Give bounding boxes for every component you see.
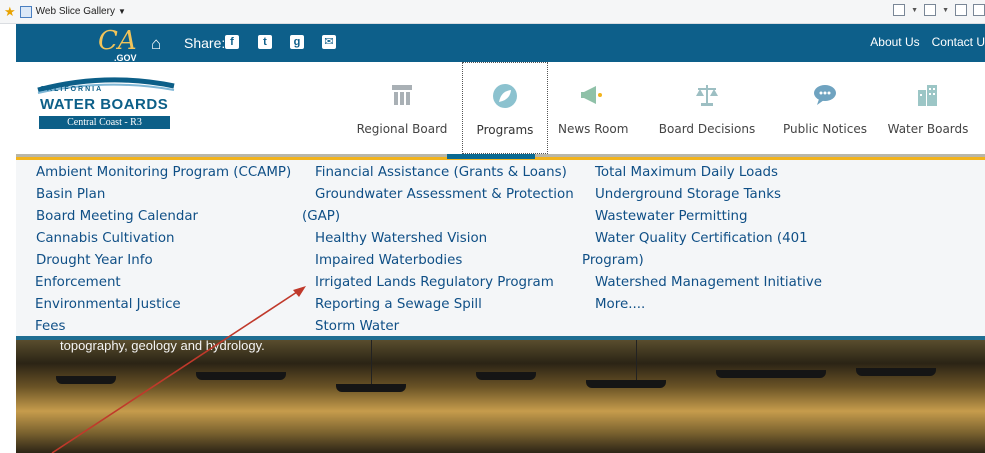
chevron-down-icon[interactable]: ▼ (911, 7, 918, 14)
menu-item-tmdl[interactable]: Total Maximum Daily Loads (582, 162, 822, 184)
menu-item-underground-storage-tanks[interactable]: Underground Storage Tanks (582, 184, 822, 206)
menu-item-fees[interactable]: Fees (20, 316, 291, 338)
site-header: CALIFORNIA WATER BOARDS Central Coast - … (16, 62, 985, 154)
menu-item-environmental-justice[interactable]: Environmental Justice (20, 294, 291, 316)
scales-icon (696, 85, 718, 106)
menu-item-groundwater-assessment-cont[interactable]: (GAP) (302, 206, 574, 228)
boat-shape (856, 368, 936, 376)
twitter-icon[interactable]: t (258, 35, 272, 49)
nav-label: Board Decisions (658, 122, 756, 136)
menu-item-board-meeting-calendar[interactable]: Board Meeting Calendar (20, 206, 291, 228)
email-icon[interactable]: ✉ (322, 35, 336, 49)
chevron-down-icon[interactable]: ▼ (118, 7, 126, 16)
menu-item-reporting-sewage-spill[interactable]: Reporting a Sewage Spill (302, 294, 574, 316)
rss-icon[interactable] (924, 4, 937, 16)
menu-item-wastewater-permitting[interactable]: Wastewater Permitting (582, 206, 822, 228)
menu-item-impaired-waterbodies[interactable]: Impaired Waterbodies (302, 250, 574, 272)
nav-label: Regional Board (356, 122, 448, 136)
hero-text: topography, geology and hydrology. (60, 338, 265, 353)
browser-toolbar: ▼ ▼ (893, 4, 985, 16)
home-icon[interactable]: ⌂ (151, 34, 161, 54)
boat-shape (716, 370, 826, 378)
programs-dropdown-menu: Ambient Monitoring Program (CCAMP) Basin… (16, 157, 985, 340)
logo-line1: CALIFORNIA (40, 86, 104, 93)
contact-us-link[interactable]: Contact U (932, 35, 985, 49)
menu-item-more[interactable]: More.... (582, 294, 822, 316)
menu-item-watershed-management[interactable]: Watershed Management Initiative (582, 272, 822, 294)
menu-item-irrigated-lands[interactable]: Irrigated Lands Regulatory Program (302, 272, 574, 294)
nav-programs[interactable]: Programs (462, 62, 548, 154)
ca-gov-bar: CA .GOV ⌂ Share: f t g ✉ About Us Contac… (16, 24, 985, 63)
menu-item-enforcement[interactable]: Enforcement (20, 272, 291, 294)
share-label: Share: (184, 35, 226, 51)
logo-line3: Central Coast - R3 (39, 116, 170, 129)
favorites-star-icon[interactable]: ★ (4, 4, 16, 20)
chevron-down-icon[interactable]: ▼ (942, 7, 949, 14)
menu-item-cannabis-cultivation[interactable]: Cannabis Cultivation (20, 228, 291, 250)
menu-item-basin-plan[interactable]: Basin Plan (20, 184, 291, 206)
ca-gov-logo[interactable]: CA .GOV (98, 28, 137, 63)
logo-line2: WATER BOARDS (40, 96, 169, 113)
nav-water-boards[interactable]: Water Boards (878, 62, 978, 154)
boat-shape (196, 372, 286, 380)
nav-label: Water Boards (887, 122, 969, 136)
home-icon[interactable] (893, 4, 906, 16)
menu-item-healthy-watershed-vision[interactable]: Healthy Watershed Vision (302, 228, 574, 250)
leaf-icon (493, 84, 517, 108)
dropdown-column-2: Financial Assistance (Grants & Loans) Gr… (302, 162, 574, 338)
building-icon (918, 85, 937, 106)
boat-shape (336, 384, 406, 392)
print-icon[interactable] (973, 4, 985, 16)
nav-regional-board[interactable]: Regional Board (352, 62, 452, 154)
browser-favorites-bar: ★ Web Slice Gallery ▼ ▼ ▼ (0, 0, 985, 24)
active-tab-indicator (447, 154, 535, 159)
boat-shape (586, 380, 666, 388)
org-chart-icon (392, 85, 412, 105)
nav-label: Programs (476, 123, 534, 137)
menu-item-storm-water[interactable]: Storm Water (302, 316, 574, 338)
google-icon[interactable]: g (290, 35, 304, 49)
water-boards-logo[interactable]: CALIFORNIA WATER BOARDS Central Coast - … (36, 76, 186, 134)
menu-item-water-quality-certification-cont[interactable]: Program) (582, 250, 822, 272)
menu-item-drought-year-info[interactable]: Drought Year Info (20, 250, 291, 272)
menu-item-financial-assistance[interactable]: Financial Assistance (Grants & Loans) (302, 162, 574, 184)
menu-item-water-quality-certification[interactable]: Water Quality Certification (401 (582, 228, 822, 250)
nav-label: Public Notices (783, 122, 867, 136)
boat-shape (476, 372, 536, 380)
menu-item-groundwater-assessment[interactable]: Groundwater Assessment & Protection (302, 184, 574, 206)
top-links: About Us Contact U (870, 35, 985, 49)
web-slice-gallery-link[interactable]: Web Slice Gallery (36, 6, 115, 17)
boat-mast (371, 334, 372, 384)
about-us-link[interactable]: About Us (870, 35, 919, 49)
nav-board-decisions[interactable]: Board Decisions (652, 62, 762, 154)
mail-icon[interactable] (955, 4, 967, 16)
web-slice-icon (19, 5, 32, 18)
dropdown-column-1: Ambient Monitoring Program (CCAMP) Basin… (20, 162, 291, 338)
nav-label: News Room (558, 122, 629, 136)
megaphone-icon (581, 86, 602, 104)
boat-shape (56, 376, 116, 384)
speech-bubble-icon (814, 85, 836, 105)
menu-item-ccamp[interactable]: Ambient Monitoring Program (CCAMP) (20, 162, 291, 184)
dropdown-column-3: Total Maximum Daily Loads Underground St… (582, 162, 822, 316)
facebook-icon[interactable]: f (225, 35, 239, 49)
nav-news-room[interactable]: News Room (558, 62, 629, 154)
nav-public-notices[interactable]: Public Notices (778, 62, 872, 154)
